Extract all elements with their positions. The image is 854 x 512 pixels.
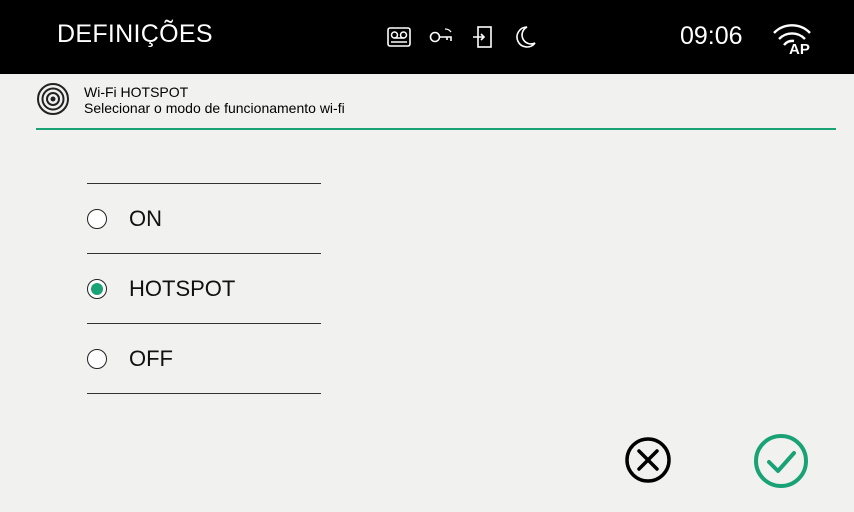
confirm-button[interactable] [752,432,810,490]
wifi-mode-options: ON HOTSPOT OFF [87,183,321,394]
section-subtitle: Selecionar o modo de funcionamento wi-fi [84,100,345,116]
radio-hotspot[interactable] [87,279,107,299]
moon-icon [512,24,538,50]
radio-off[interactable] [87,349,107,369]
option-off[interactable]: OFF [87,324,321,394]
wifi-hotspot-icon [36,82,70,116]
door-exit-icon [470,24,496,50]
confirm-icon [754,434,808,488]
radio-on[interactable] [87,209,107,229]
section-header: Wi-Fi HOTSPOT Selecionar o modo de funci… [36,78,836,130]
key-icon [428,24,454,50]
clock: 09:06 [680,22,743,50]
option-label: OFF [129,346,173,371]
section-title: Wi-Fi HOTSPOT [84,84,189,100]
option-on[interactable]: ON [87,184,321,254]
option-hotspot[interactable]: HOTSPOT [87,254,321,324]
voicemail-icon [386,24,412,50]
page-title: DEFINIÇÕES [57,20,213,48]
wifi-ap-icon: AP [771,20,813,58]
option-label: ON [129,206,162,231]
status-icons [386,24,538,50]
cancel-button[interactable] [624,436,672,484]
option-label: HOTSPOT [129,276,236,301]
network-label: AP [789,41,810,56]
cancel-icon [625,437,671,483]
top-status-bar: DEFINIÇÕES 09:06 AP [0,0,854,74]
